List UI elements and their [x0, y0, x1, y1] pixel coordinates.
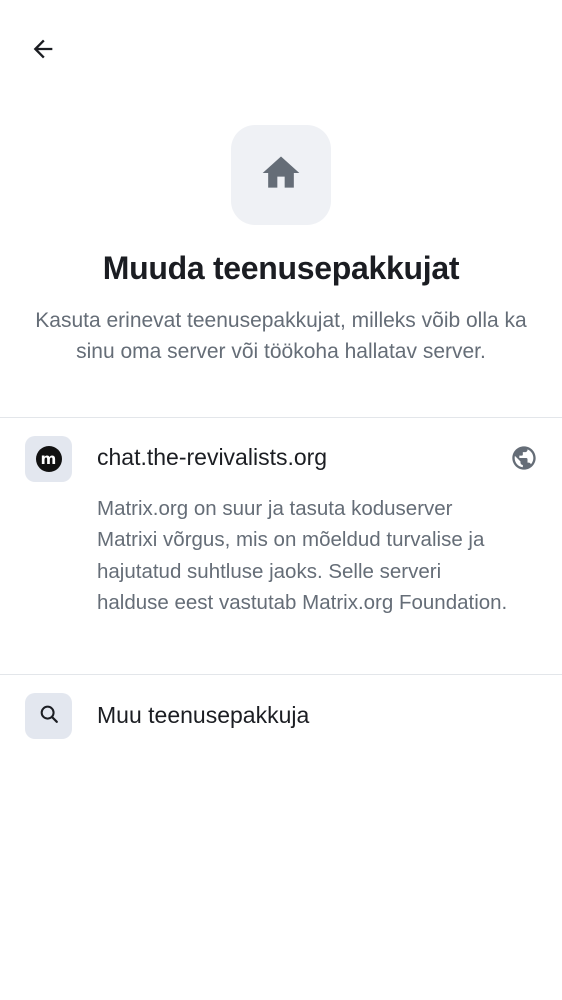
- server-name: chat.the-revivalists.org: [97, 444, 328, 470]
- change-provider-screen: Muuda teenusepakkujat Kasuta erinevat te…: [0, 0, 562, 1000]
- server-description: Matrix.org on suur ja tasuta koduserver …: [97, 497, 508, 614]
- other-provider-button[interactable]: Muu teenusepakkuja: [0, 675, 562, 759]
- server-option[interactable]: m chat.the-revivalists.org Matrix.org on…: [0, 418, 562, 674]
- matrix-logo-icon: m: [35, 446, 62, 472]
- page-subtitle: Kasuta erinevat teenusepakkujat, milleks…: [35, 309, 527, 363]
- home-icon: [259, 151, 303, 200]
- search-icon: [38, 703, 60, 730]
- globe-icon: [510, 444, 538, 472]
- search-icon-tile: [25, 693, 72, 739]
- back-button[interactable]: [22, 30, 64, 72]
- page-title: Muuda teenusepakkujat: [102, 250, 460, 286]
- server-logo-tile: m: [25, 436, 72, 482]
- other-provider-label: Muu teenusepakkuja: [97, 702, 310, 728]
- arrow-left-icon: [29, 35, 57, 68]
- home-icon-tile: [231, 125, 331, 225]
